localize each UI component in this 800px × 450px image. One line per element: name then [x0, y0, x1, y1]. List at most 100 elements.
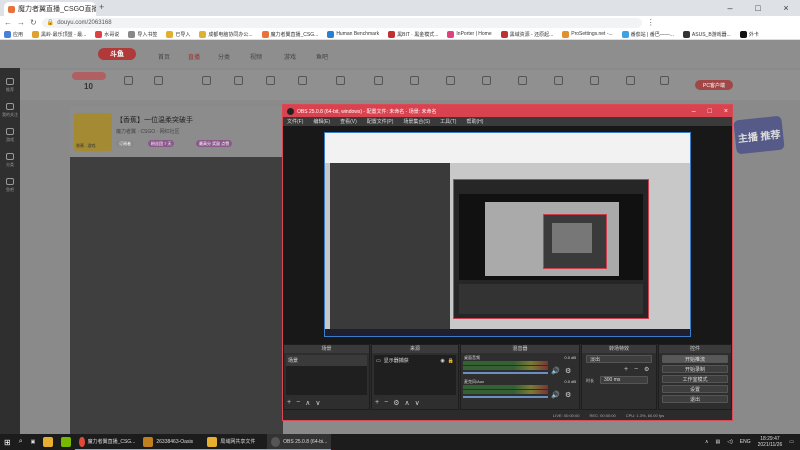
category-icon[interactable]: [654, 76, 674, 87]
add-icon[interactable]: +: [624, 366, 628, 373]
bookmark-item[interactable]: 应用: [4, 30, 23, 38]
category-icon[interactable]: [148, 76, 168, 87]
move-down-icon[interactable]: ∨: [315, 399, 320, 407]
duration-input[interactable]: 300 ms: [600, 376, 648, 384]
room-badge[interactable]: 粉丝团 7 天: [148, 140, 175, 147]
start-button[interactable]: ⊞: [0, 434, 15, 450]
volume-slider[interactable]: [463, 372, 548, 374]
category-icon[interactable]: [548, 76, 568, 87]
remove-icon[interactable]: −: [296, 399, 300, 407]
category-icon[interactable]: [476, 76, 496, 87]
visibility-eye-icon[interactable]: ◉: [440, 358, 444, 364]
menu-category[interactable]: 分类: [0, 153, 20, 168]
transition-select[interactable]: 淡出: [586, 355, 652, 363]
start-streaming-button[interactable]: 开始推流: [662, 355, 728, 363]
promo-sticker[interactable]: 主播 推荐: [733, 115, 785, 155]
bookmark-item[interactable]: ASUS_B游戏器...: [682, 30, 731, 38]
taskbar-app-obs[interactable]: OBS 25.0.8 (64-bi...: [267, 434, 332, 450]
remove-icon[interactable]: −: [384, 399, 388, 407]
volume-slider[interactable]: [463, 396, 548, 398]
bookmark-item[interactable]: 黑岭·最乐顶盟 - 最...: [32, 30, 86, 38]
bookmark-item[interactable]: 外卡: [739, 30, 759, 38]
lock-icon[interactable]: 🔒: [448, 358, 454, 364]
notification-icon[interactable]: ▭: [789, 439, 794, 445]
nav-yuba[interactable]: 鱼吧: [316, 52, 328, 61]
start-recording-button[interactable]: 开始录制: [662, 365, 728, 373]
extensions-icon[interactable]: ⋮: [647, 18, 655, 27]
maximize-icon[interactable]: □: [744, 0, 772, 16]
bookmark-item[interactable]: Human Benchmark: [327, 30, 379, 38]
category-icon[interactable]: [292, 76, 312, 87]
category-icon[interactable]: [512, 76, 532, 87]
menu-edit[interactable]: 编辑(E): [313, 118, 330, 125]
nav-games[interactable]: 游戏: [284, 52, 296, 61]
menu-help[interactable]: 帮助(H): [466, 118, 483, 125]
preview-canvas[interactable]: [324, 132, 691, 337]
site-logo[interactable]: 斗鱼: [98, 48, 136, 60]
nav-live[interactable]: 直播: [188, 52, 200, 61]
category-icon[interactable]: [368, 76, 388, 87]
speaker-icon[interactable]: 🔊: [551, 367, 560, 375]
settings-button[interactable]: 设置: [662, 385, 728, 393]
category-icon[interactable]: [620, 76, 640, 87]
menu-games[interactable]: 游戏: [0, 128, 20, 143]
category-icon[interactable]: [196, 76, 216, 87]
nav-video[interactable]: 视频: [250, 52, 262, 61]
bookmark-item[interactable]: 黑域资源 - 还原起...: [500, 30, 553, 38]
room-badge[interactable]: 最高分 奖励 点赞: [196, 140, 233, 147]
category-icon[interactable]: [584, 76, 604, 87]
category-icon[interactable]: [228, 76, 248, 87]
browser-tab[interactable]: 魔力者翼直播_CSGO直播_斗鱼 ×: [4, 2, 96, 16]
source-item[interactable]: ▭ 显示器捕获 ◉ 🔒: [374, 355, 456, 366]
move-up-icon[interactable]: ∧: [404, 399, 409, 407]
bookmark-item[interactable]: InPorter | Home: [447, 30, 492, 38]
room-badge[interactable]: 订阅者: [116, 140, 134, 147]
category-icon[interactable]: [440, 76, 460, 87]
bookmark-item[interactable]: 导入书签: [128, 30, 157, 38]
taskbar-app-chrome[interactable]: 魔力者翼直播_CSG...: [75, 434, 140, 450]
close-icon[interactable]: ×: [772, 0, 800, 16]
search-button[interactable]: ⌕: [15, 434, 27, 450]
taskbar-app-oasis[interactable]: 26338463-Oasis: [139, 434, 204, 450]
pinned-explorer[interactable]: [39, 434, 57, 450]
minimize-icon[interactable]: –: [716, 0, 744, 16]
category-icon[interactable]: [404, 76, 424, 87]
menu-view[interactable]: 查看(V): [340, 118, 357, 125]
exit-button[interactable]: 退出: [662, 395, 728, 403]
new-tab-icon[interactable]: +: [99, 2, 104, 12]
category-icon[interactable]: [330, 76, 350, 87]
gear-icon[interactable]: ⚙: [393, 399, 399, 407]
source-list[interactable]: ▭ 显示器捕获 ◉ 🔒: [374, 355, 456, 395]
minimize-icon[interactable]: –: [692, 108, 696, 115]
maximize-icon[interactable]: □: [708, 108, 712, 115]
taskbar-app-share[interactable]: 局域网共享文件: [203, 434, 268, 450]
tray-expand-icon[interactable]: ∧: [705, 439, 709, 445]
move-up-icon[interactable]: ∧: [305, 399, 310, 407]
category-icon[interactable]: [118, 76, 138, 87]
move-down-icon[interactable]: ∨: [415, 399, 420, 407]
remove-icon[interactable]: −: [634, 366, 638, 373]
gear-icon[interactable]: ⚙: [565, 391, 571, 399]
gear-icon[interactable]: ⚙: [644, 366, 649, 373]
address-bar[interactable]: 🔒 douyu.com/2063168: [41, 17, 642, 28]
nav-home[interactable]: 首页: [158, 52, 170, 61]
scene-item[interactable]: 场景: [286, 355, 367, 366]
add-icon[interactable]: +: [375, 399, 379, 407]
scene-list[interactable]: 场景: [286, 355, 367, 395]
bookmark-item[interactable]: 成都电脑协同办公...: [199, 30, 253, 38]
menu-profile[interactable]: 配置文件(P): [367, 118, 394, 125]
back-icon[interactable]: ←: [4, 18, 12, 27]
menu-tools[interactable]: 工具(T): [440, 118, 456, 125]
network-icon[interactable]: ▤: [716, 439, 721, 445]
task-view-button[interactable]: ▣: [27, 434, 40, 450]
bookmark-item[interactable]: ProSettings.net -...: [562, 30, 613, 38]
menu-file[interactable]: 文件(F): [287, 118, 303, 125]
bookmark-item[interactable]: 水哥说: [95, 30, 119, 38]
menu-yuba[interactable]: 鱼吧: [0, 178, 20, 193]
input-language[interactable]: ENG: [740, 439, 751, 445]
bookmark-item[interactable]: 魔力者翼直播_CSG...: [261, 30, 318, 38]
bookmark-item[interactable]: 黑BIT · 黑金模式...: [388, 30, 438, 38]
obs-preview[interactable]: [283, 126, 732, 344]
gear-icon[interactable]: ⚙: [565, 367, 571, 375]
category-icon[interactable]: [260, 76, 280, 87]
